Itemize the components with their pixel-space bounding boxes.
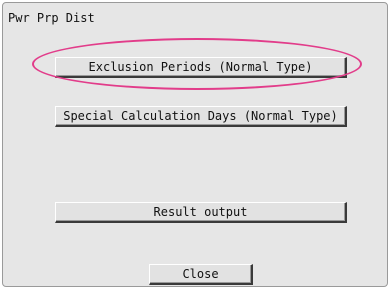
result-output-button[interactable]: Result output <box>55 202 347 223</box>
dialog-title: Pwr Prp Dist <box>8 11 95 25</box>
power-property-distribution-dialog: Pwr Prp Dist Exclusion Periods (Normal T… <box>2 2 388 287</box>
special-calculation-days-button[interactable]: Special Calculation Days (Normal Type) <box>55 106 347 127</box>
close-button[interactable]: Close <box>149 264 253 285</box>
exclusion-periods-button[interactable]: Exclusion Periods (Normal Type) <box>55 57 347 78</box>
